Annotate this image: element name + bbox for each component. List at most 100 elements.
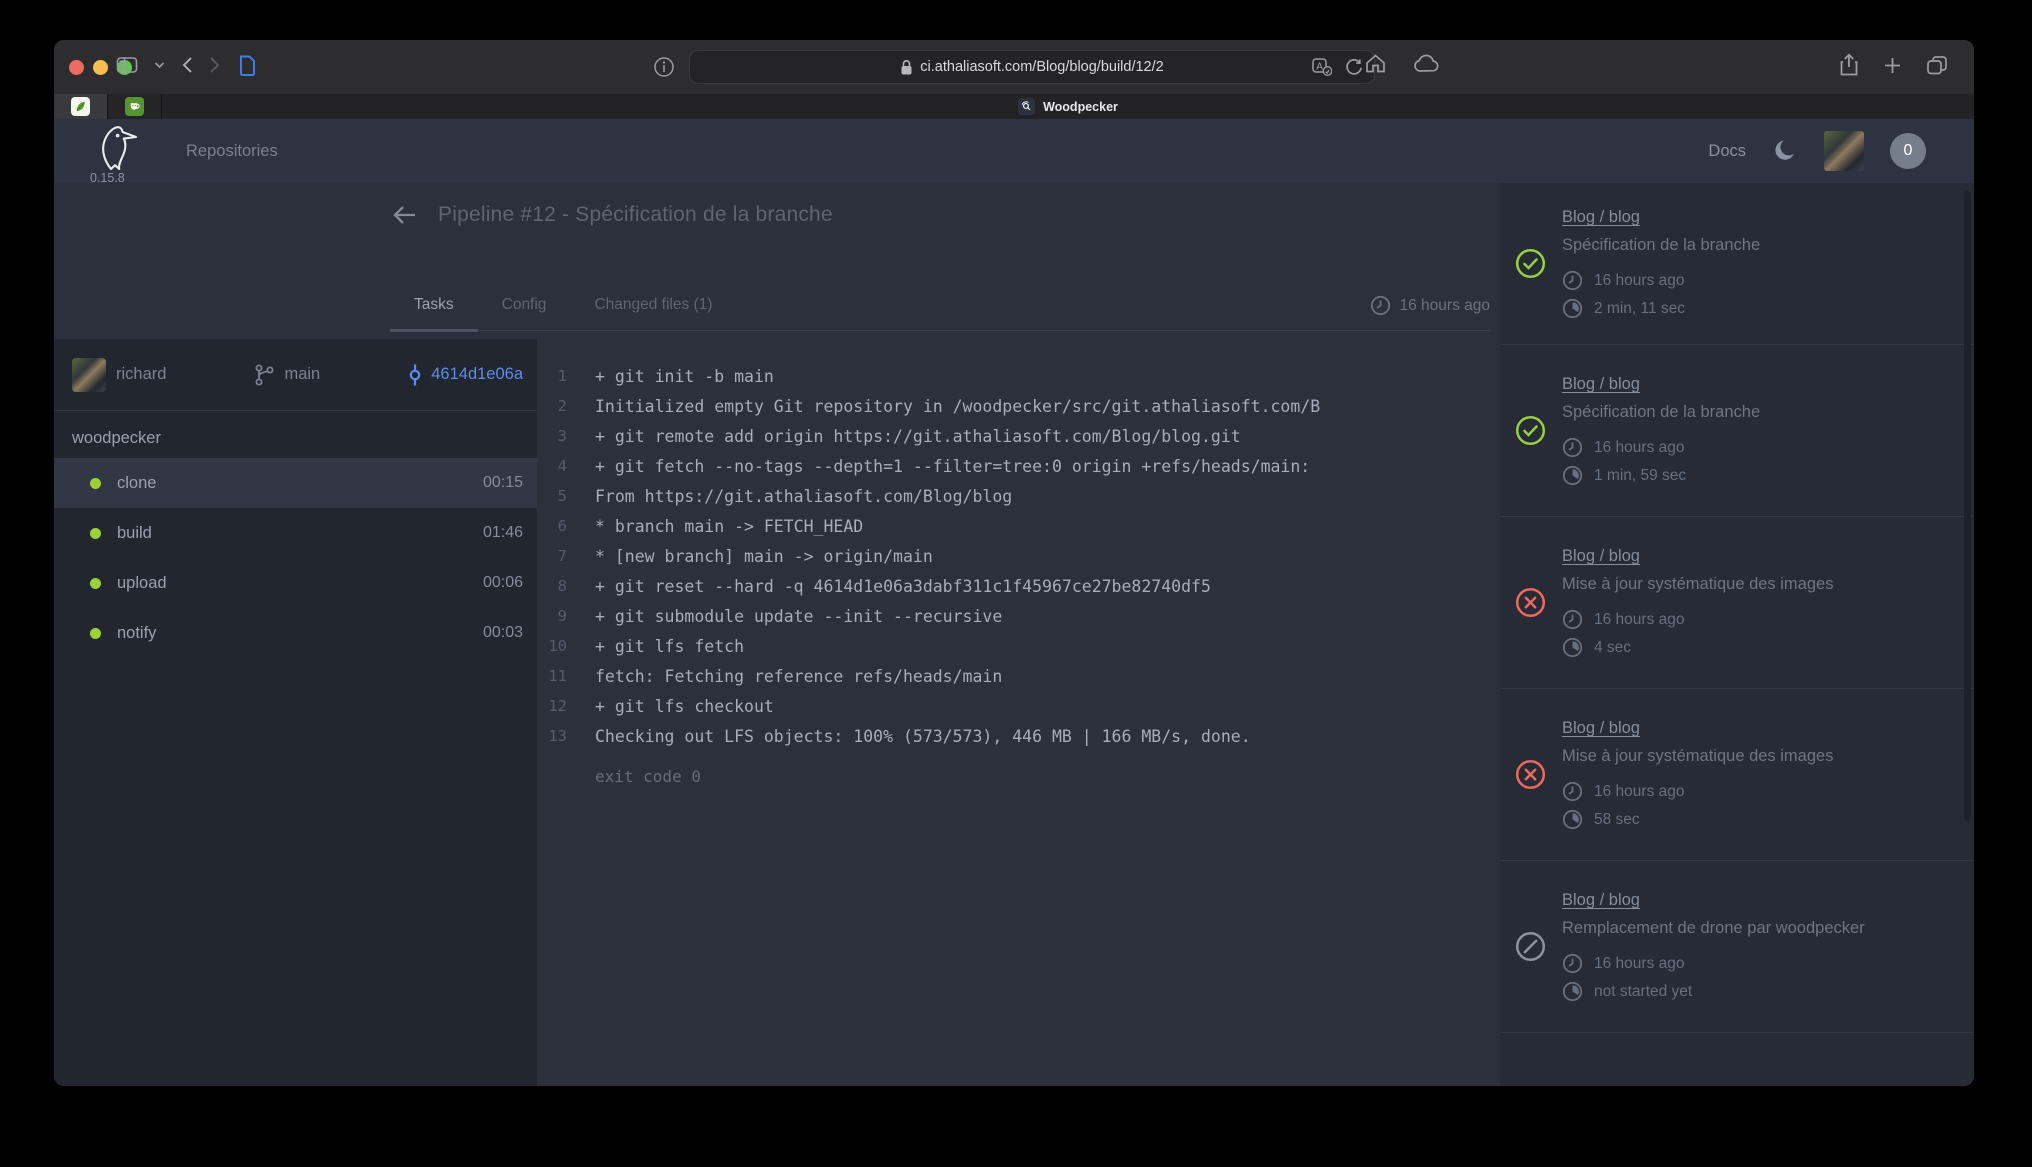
minimize-window-button[interactable] xyxy=(93,60,108,75)
build-entry[interactable]: Blog / blog Remplacement de drone par wo… xyxy=(1500,1033,1974,1086)
task-row-notify[interactable]: notify 00:03 xyxy=(54,608,537,658)
build-message: Spécification de la branche xyxy=(1562,236,1952,255)
notification-badge[interactable]: 0 xyxy=(1890,133,1926,169)
page-favicon-icon[interactable] xyxy=(237,53,257,77)
lock-icon xyxy=(900,59,913,76)
status-dot-icon xyxy=(90,528,101,539)
log-line-text: + git submodule update --init --recursiv… xyxy=(595,607,1002,626)
pinned-tab-gitea[interactable] xyxy=(108,94,162,119)
tab-changed-files[interactable]: Changed files (1) xyxy=(570,296,736,330)
browser-tab-strip: Woodpecker xyxy=(54,94,1974,119)
back-arrow-icon[interactable] xyxy=(390,203,418,227)
log-line-text: From https://git.athaliasoft.com/Blog/bl… xyxy=(595,487,1012,506)
build-message: Mise à jour systématique des images xyxy=(1562,747,1952,766)
clock-icon xyxy=(1562,270,1583,291)
tab-tasks[interactable]: Tasks xyxy=(390,296,478,330)
log-line-text: Checking out LFS objects: 100% (573/573)… xyxy=(595,727,1251,746)
user-avatar[interactable] xyxy=(1824,131,1864,171)
log-line-text: + git remote add origin https://git.atha… xyxy=(595,427,1241,446)
reload-icon[interactable] xyxy=(1345,58,1363,76)
duration-icon xyxy=(1562,981,1583,1002)
tab-overview-icon[interactable] xyxy=(1926,53,1948,77)
share-icon[interactable] xyxy=(1839,53,1859,77)
duration-icon xyxy=(1562,809,1583,830)
url-bar[interactable]: ci.athaliasoft.com/Blog/blog/build/12/2 … xyxy=(689,50,1375,84)
x-circle-icon xyxy=(1515,759,1546,790)
pipeline-time-ago: 16 hours ago xyxy=(1400,297,1491,315)
build-entry[interactable]: Blog / blog Spécification de la branche … xyxy=(1500,345,1974,517)
pipeline-title: Pipeline #12 - Spécification de la branc… xyxy=(438,203,833,227)
active-tab-woodpecker[interactable]: Woodpecker xyxy=(162,94,1974,119)
task-row-build[interactable]: build 01:46 xyxy=(54,508,537,558)
dark-mode-moon-icon[interactable] xyxy=(1772,138,1798,164)
url-text: ci.athaliasoft.com/Blog/blog/build/12/2 xyxy=(920,59,1163,75)
commit-icon xyxy=(407,363,423,387)
log-line-text: + git fetch --no-tags --depth=1 --filter… xyxy=(595,457,1310,476)
log-line-text: + git lfs checkout xyxy=(595,697,774,716)
log-output: 1+ git init -b main 2Initialized empty G… xyxy=(537,339,1500,1086)
repo-link[interactable]: Blog / blog xyxy=(1562,375,1640,393)
builds-sidebar: Blog / blog Spécification de la branche … xyxy=(1500,183,1974,1086)
sidebar-scrollbar[interactable] xyxy=(1964,191,1971,821)
log-line-text: + git init -b main xyxy=(595,367,774,386)
build-entry[interactable]: Blog / blog Mise à jour systématique des… xyxy=(1500,517,1974,689)
repo-link[interactable]: Blog / blog xyxy=(1562,719,1640,737)
log-line-text: * branch main -> FETCH_HEAD xyxy=(595,517,863,536)
exit-code-label: exit code 0 xyxy=(595,767,1500,786)
author-name: richard xyxy=(116,365,166,384)
pinned-tab-leaf[interactable] xyxy=(54,94,108,119)
close-window-button[interactable] xyxy=(69,60,84,75)
repo-link[interactable]: Blog / blog xyxy=(1562,208,1640,226)
branch-name: main xyxy=(284,365,320,384)
duration-icon xyxy=(1562,465,1583,486)
woodpecker-logo[interactable]: 0.15.8 xyxy=(94,125,146,183)
svg-text:A: A xyxy=(1316,62,1323,73)
chevron-down-icon[interactable] xyxy=(154,61,165,69)
build-message: Mise à jour systématique des images xyxy=(1562,575,1952,594)
new-tab-icon[interactable] xyxy=(1883,53,1902,77)
check-circle-icon xyxy=(1515,415,1546,446)
info-icon[interactable] xyxy=(653,56,675,78)
duration-icon xyxy=(1562,298,1583,319)
status-dot-icon xyxy=(90,478,101,489)
home-icon[interactable] xyxy=(1364,53,1387,74)
nav-repositories-link[interactable]: Repositories xyxy=(186,142,278,161)
task-group-label: woodpecker xyxy=(54,429,537,448)
browser-titlebar: ci.athaliasoft.com/Blog/blog/build/12/2 … xyxy=(54,40,1974,94)
log-line-text: Initialized empty Git repository in /woo… xyxy=(595,397,1320,416)
branch-icon xyxy=(253,363,275,387)
commit-hash: 4614d1e06a xyxy=(431,365,523,384)
log-line-text: + git lfs fetch xyxy=(595,637,744,656)
status-dot-icon xyxy=(90,628,101,639)
build-entry[interactable]: Blog / blog Remplacement de drone par wo… xyxy=(1500,861,1974,1033)
task-row-clone[interactable]: clone 00:15 xyxy=(54,458,537,508)
log-line-text: * [new branch] main -> origin/main xyxy=(595,547,933,566)
back-button[interactable] xyxy=(181,56,193,74)
slash-circle-icon xyxy=(1515,931,1546,962)
tasks-panel: richard main 4614d1e06a xyxy=(54,339,537,1086)
commit-link[interactable]: 4614d1e06a xyxy=(407,363,523,387)
tab-config[interactable]: Config xyxy=(478,296,571,330)
log-line-text: fetch: Fetching reference refs/heads/mai… xyxy=(595,667,1002,686)
active-tab-title: Woodpecker xyxy=(1043,100,1118,114)
docs-link[interactable]: Docs xyxy=(1708,142,1746,161)
duration-icon xyxy=(1562,637,1583,658)
cloud-icon[interactable] xyxy=(1413,53,1439,74)
forward-button[interactable] xyxy=(209,56,221,74)
repo-link[interactable]: Blog / blog xyxy=(1562,891,1640,909)
clock-icon xyxy=(1562,781,1583,802)
build-entry[interactable]: Blog / blog Mise à jour systématique des… xyxy=(1500,689,1974,861)
task-row-upload[interactable]: upload 00:06 xyxy=(54,558,537,608)
repo-link[interactable]: Blog / blog xyxy=(1562,547,1640,565)
translate-icon[interactable]: A xyxy=(1312,58,1332,76)
browser-window: ci.athaliasoft.com/Blog/blog/build/12/2 … xyxy=(54,40,1974,1086)
check-circle-icon xyxy=(1515,248,1546,279)
clock-icon xyxy=(1562,953,1583,974)
log-line-text: + git reset --hard -q 4614d1e06a3dabf311… xyxy=(595,577,1211,596)
sidebar-toggle-icon[interactable] xyxy=(116,55,138,75)
pipeline-header: Pipeline #12 - Spécification de la branc… xyxy=(54,183,1500,339)
x-circle-icon xyxy=(1515,587,1546,618)
leaf-favicon-icon xyxy=(71,97,90,116)
build-entry[interactable]: Blog / blog Spécification de la branche … xyxy=(1500,183,1974,345)
woodpecker-favicon-icon xyxy=(1018,98,1035,115)
